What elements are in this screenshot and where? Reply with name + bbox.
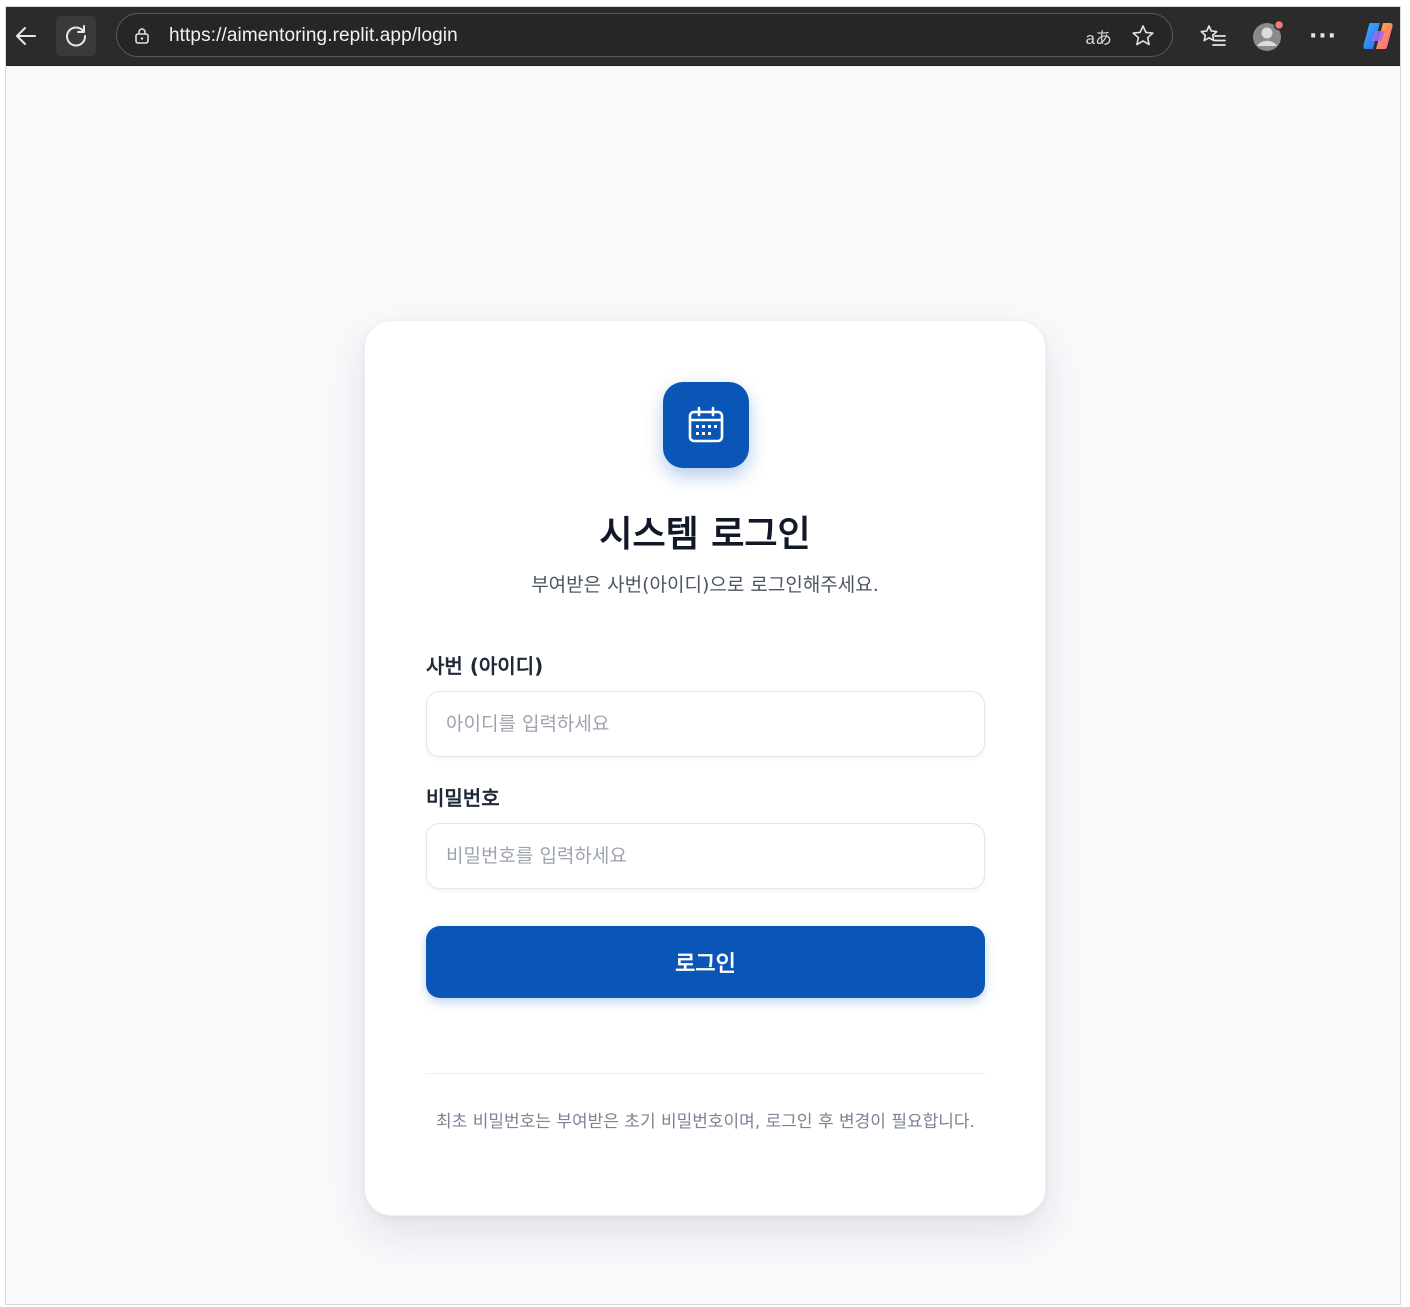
site-info-button[interactable] xyxy=(133,27,151,49)
back-button[interactable] xyxy=(6,16,46,56)
reload-button[interactable] xyxy=(56,16,96,56)
divider xyxy=(426,1073,985,1074)
favorites-icon xyxy=(1200,25,1226,46)
employee-id-input[interactable] xyxy=(426,691,985,757)
login-card: 시스템 로그인 부여받은 사번(아이디)으로 로그인해주세요. 사번 (아이디)… xyxy=(364,320,1046,1216)
calendar-icon xyxy=(688,406,724,443)
password-input[interactable] xyxy=(426,823,985,889)
browser-window: https://aimentoring.replit.app/login aあ xyxy=(5,6,1401,1305)
app-logo xyxy=(663,382,749,468)
browser-toolbar: https://aimentoring.replit.app/login aあ xyxy=(6,7,1400,66)
copilot-button[interactable] xyxy=(1361,19,1395,53)
url-text[interactable]: https://aimentoring.replit.app/login xyxy=(169,25,458,47)
reload-icon xyxy=(66,25,87,47)
page-title: 시스템 로그인 xyxy=(599,514,811,555)
address-bar[interactable]: https://aimentoring.replit.app/login aあ xyxy=(116,13,1173,57)
back-arrow-icon xyxy=(16,27,36,45)
read-aloud-icon: aあ xyxy=(1085,28,1112,48)
password-label: 비밀번호 xyxy=(426,786,500,810)
favorites-button[interactable] xyxy=(1196,19,1230,53)
favorite-button[interactable] xyxy=(1128,23,1158,49)
read-aloud-button[interactable]: aあ xyxy=(1086,23,1112,49)
site-info-icon xyxy=(135,28,149,44)
more-icon: ··· xyxy=(1308,23,1338,49)
login-button[interactable]: 로그인 xyxy=(426,926,985,998)
password-notice: 최초 비밀번호는 부여받은 초기 비밀번호이며, 로그인 후 변경이 필요합니다… xyxy=(436,1112,975,1132)
star-icon xyxy=(1132,25,1154,46)
profile-button[interactable] xyxy=(1251,19,1285,53)
employee-id-label: 사번 (아이디) xyxy=(426,654,544,678)
more-button[interactable]: ··· xyxy=(1306,19,1340,53)
profile-avatar-icon xyxy=(1253,19,1285,51)
copilot-icon xyxy=(1363,23,1393,49)
page-subtitle: 부여받은 사번(아이디)으로 로그인해주세요. xyxy=(531,574,879,596)
